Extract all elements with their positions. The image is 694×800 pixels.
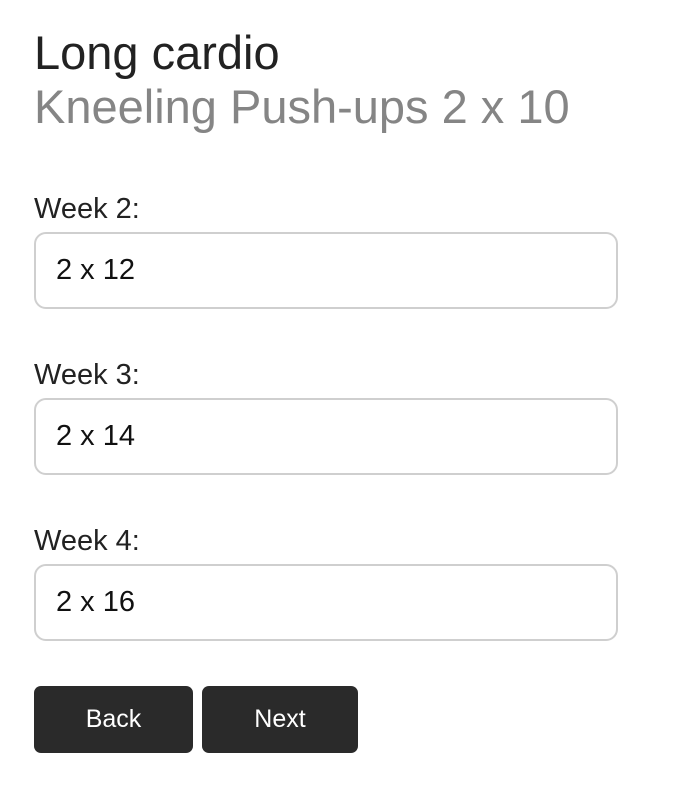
week-3-field-group: Week 3: bbox=[34, 358, 618, 475]
form-actions: Back Next bbox=[34, 686, 434, 753]
week-2-label: Week 2: bbox=[34, 193, 140, 225]
week-4-label: Week 4: bbox=[34, 525, 140, 557]
week-4-field-group: Week 4: bbox=[34, 524, 618, 641]
workout-form: Long cardio Kneeling Push-ups 2 x 10 Wee… bbox=[34, 26, 618, 753]
page-title: Long cardio bbox=[34, 26, 280, 79]
next-button[interactable]: Next bbox=[202, 686, 358, 753]
week-2-input[interactable] bbox=[34, 232, 618, 309]
exercise-subtitle: Kneeling Push-ups 2 x 10 bbox=[34, 80, 570, 133]
week-4-input[interactable] bbox=[34, 564, 618, 641]
week-3-label: Week 3: bbox=[34, 359, 140, 391]
week-2-field-group: Week 2: bbox=[34, 192, 618, 309]
back-button[interactable]: Back bbox=[34, 686, 193, 753]
week-3-input[interactable] bbox=[34, 398, 618, 475]
